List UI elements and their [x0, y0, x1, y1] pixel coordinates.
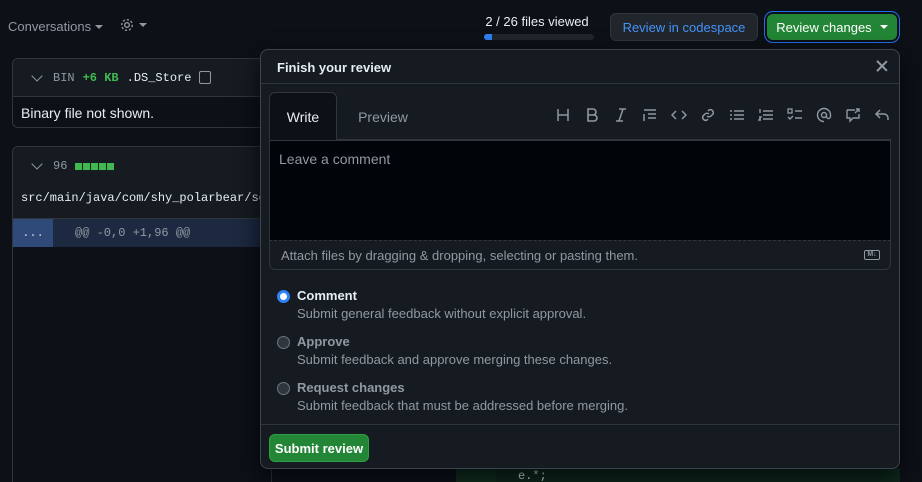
- line-gutter: [456, 468, 496, 482]
- numbered-list-icon[interactable]: [756, 104, 775, 126]
- code-text: e.*;: [518, 469, 547, 482]
- tab-write[interactable]: Write: [269, 92, 337, 141]
- conversations-dropdown[interactable]: Conversations: [8, 19, 104, 34]
- option-description: Submit general feedback without explicit…: [297, 306, 587, 321]
- heading-icon[interactable]: [553, 104, 572, 126]
- bold-icon[interactable]: [582, 104, 601, 126]
- comment-editor: Write Preview Leave a comment Attach fil…: [269, 92, 891, 270]
- task-list-icon[interactable]: [785, 104, 804, 126]
- close-icon[interactable]: [875, 59, 889, 73]
- file-path[interactable]: src/main/java/com/shy_polarbear/se: [21, 191, 266, 205]
- link-icon[interactable]: [698, 104, 717, 126]
- finish-review-dialog: Finish your review Write Preview Leave a: [260, 49, 900, 469]
- markdown-icon[interactable]: M↓: [864, 250, 880, 260]
- progress-bar: [484, 34, 594, 40]
- chevron-down-icon[interactable]: [31, 158, 43, 170]
- bullet-list-icon[interactable]: [727, 104, 746, 126]
- code-icon[interactable]: [669, 104, 688, 126]
- dialog-footer: Submit review: [261, 424, 899, 468]
- hunk-header: ... @@ -0,0 +1,96 @@: [13, 219, 271, 247]
- option-approve[interactable]: Approve Submit feedback and approve merg…: [277, 334, 628, 380]
- mention-icon[interactable]: [814, 104, 833, 126]
- progress-fill: [484, 34, 493, 40]
- toolbar: Conversations 2 / 26 files viewed Review…: [0, 0, 922, 52]
- tab-preview[interactable]: Preview: [345, 92, 421, 141]
- quote-icon[interactable]: [640, 104, 659, 126]
- option-description: Submit feedback and approve merging thes…: [297, 352, 613, 367]
- radio-approve[interactable]: [277, 336, 290, 349]
- review-changes-button[interactable]: Review changes: [767, 14, 897, 40]
- conversations-label: Conversations: [8, 19, 92, 34]
- reference-icon[interactable]: [843, 104, 862, 126]
- chevron-down-icon: [879, 25, 888, 29]
- file-name[interactable]: .DS_Store: [127, 71, 192, 85]
- option-description: Submit feedback that must be addressed b…: [297, 398, 628, 413]
- expand-button[interactable]: ...: [13, 219, 53, 247]
- file-header: BIN +6 KB .DS_Store: [13, 59, 271, 97]
- italic-icon[interactable]: [611, 104, 630, 126]
- binary-label: BIN: [53, 70, 75, 85]
- dialog-title: Finish your review: [277, 60, 392, 75]
- review-options: Comment Submit general feedback without …: [277, 288, 628, 426]
- undo-icon[interactable]: [872, 104, 891, 126]
- review-in-codespace-button[interactable]: Review in codespace: [610, 13, 758, 41]
- size-change: +6 KB: [82, 70, 119, 85]
- file-diff-java: 96 src/main/java/com/shy_polarbear/se ..…: [12, 146, 272, 482]
- code-line: e.*;: [456, 468, 900, 482]
- files-viewed-progress: 2 / 26 files viewed: [484, 14, 594, 40]
- chevron-down-icon: [95, 24, 104, 29]
- copy-icon[interactable]: [199, 71, 212, 84]
- diffstat-blocks: [75, 162, 115, 170]
- submit-review-button[interactable]: Submit review: [269, 434, 369, 462]
- formatting-toolbar: [553, 104, 891, 126]
- attach-files-area[interactable]: Attach files by dragging & dropping, sel…: [269, 240, 891, 270]
- dialog-header: Finish your review: [261, 50, 899, 84]
- comment-textarea[interactable]: Leave a comment: [269, 140, 891, 240]
- file-diff-ds-store: BIN +6 KB .DS_Store Binary file not show…: [12, 58, 272, 128]
- option-request-changes[interactable]: Request changes Submit feedback that mus…: [277, 380, 628, 426]
- radio-request-changes[interactable]: [277, 382, 290, 395]
- line-count: 96: [53, 159, 68, 173]
- settings-dropdown[interactable]: [119, 17, 147, 33]
- file-header: 96 src/main/java/com/shy_polarbear/se: [13, 147, 271, 219]
- option-label: Comment: [297, 288, 357, 303]
- option-label: Request changes: [297, 380, 405, 395]
- chevron-down-icon: [139, 23, 147, 27]
- radio-comment[interactable]: [277, 290, 290, 303]
- attach-files-hint: Attach files by dragging & dropping, sel…: [281, 248, 638, 263]
- gear-icon: [120, 18, 134, 32]
- chevron-down-icon[interactable]: [31, 69, 43, 82]
- hunk-text: @@ -0,0 +1,96 @@: [75, 226, 191, 240]
- option-comment[interactable]: Comment Submit general feedback without …: [277, 288, 628, 334]
- option-label: Approve: [297, 334, 350, 349]
- binary-message: Binary file not shown.: [21, 105, 155, 121]
- files-viewed-label: 2 / 26 files viewed: [485, 14, 589, 29]
- review-changes-label: Review changes: [776, 19, 872, 35]
- editor-tabs: Write Preview: [269, 92, 891, 141]
